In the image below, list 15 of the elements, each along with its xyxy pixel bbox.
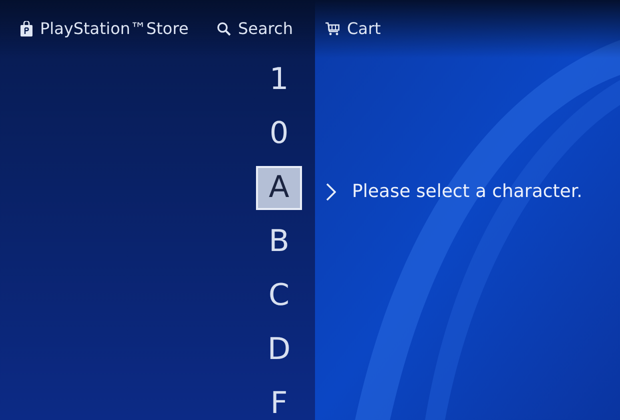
character-option[interactable]: 0	[256, 112, 302, 156]
nav-link[interactable]: Search	[217, 17, 293, 41]
chevron-right-icon	[326, 182, 336, 200]
character-option[interactable]: B	[256, 220, 302, 264]
search-icon	[217, 22, 231, 36]
character-option[interactable]: D	[256, 328, 302, 372]
prompt-text: Please select a character.	[352, 180, 582, 204]
character-option[interactable]: 1	[256, 58, 302, 102]
character-option[interactable]: F	[256, 382, 302, 420]
cart-icon	[325, 22, 340, 36]
shopping-bag-icon	[20, 21, 33, 37]
nav-link[interactable]: PlayStation™Store	[20, 17, 189, 41]
character-option[interactable]: C	[256, 274, 302, 318]
character-option[interactable]: A	[256, 166, 302, 210]
nav-link[interactable]: Cart	[325, 17, 381, 41]
